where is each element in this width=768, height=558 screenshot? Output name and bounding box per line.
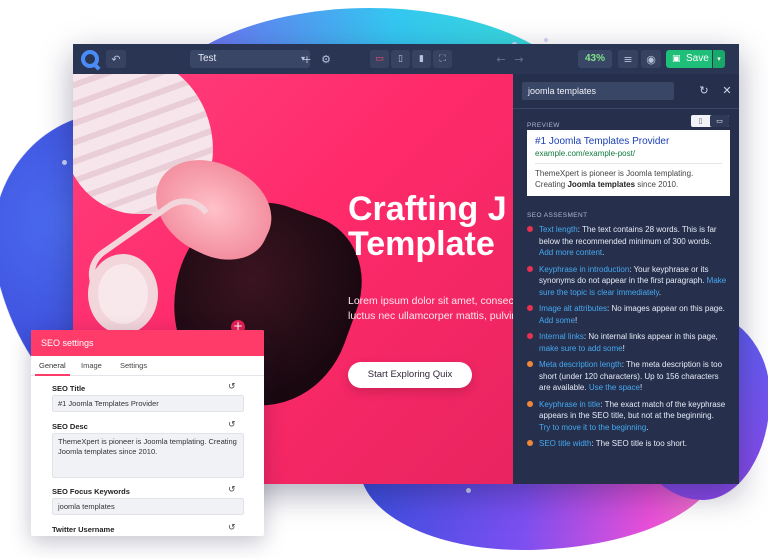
reset-icon[interactable]: ↺ [228, 382, 236, 392]
status-dot-icon [527, 400, 533, 407]
seo-desc-label: SEO Desc [52, 422, 88, 431]
assessment-fix-link[interactable]: Add some [539, 316, 575, 325]
preview-url: example.com/example-post/ [535, 148, 722, 164]
assessment-text: . [602, 248, 605, 257]
assessment-text: ! [575, 315, 578, 325]
zoom-level[interactable]: 43% [578, 50, 612, 68]
database-icon[interactable]: ≡ [618, 50, 638, 68]
fullscreen-icon[interactable]: ⛶ [433, 50, 452, 68]
tablet-icon[interactable]: ▯ [391, 50, 410, 68]
hero-text[interactable]: Lorem ipsum dolor sit amet, consect luct… [348, 294, 513, 324]
preview-desc-keyword: Joomla templates [567, 180, 636, 189]
assessment-text: : No internal links appear in this page, [583, 332, 718, 341]
preview-device-toggle: ▯ ▭ [691, 115, 729, 127]
seo-title-label: SEO Title [52, 384, 86, 393]
photo-headphone [88, 254, 158, 334]
status-dot-icon [527, 265, 533, 272]
seo-analysis-panel: joomla templates ↻ ✕ PREVIEW ▯ ▭ #1 Joom… [513, 74, 739, 484]
hero-title-line: Crafting J [348, 190, 507, 228]
assessment-title-link[interactable]: SEO title width [539, 439, 591, 448]
assessment-fix-link[interactable]: Try to move it to the beginning [539, 423, 646, 432]
settings-icon[interactable]: ⚙ [318, 50, 334, 68]
seo-settings-tabs: General Image Settings [31, 356, 264, 376]
tab-general[interactable]: General [35, 356, 70, 376]
decorative-dot [544, 38, 548, 42]
assessment-title-link[interactable]: Text length [539, 225, 578, 234]
reset-icon[interactable]: ↺ [228, 485, 236, 495]
assessment-title-link[interactable]: Meta description length [539, 360, 622, 369]
device-switcher: ▭ ▯ ▮ ⛶ [370, 50, 452, 68]
assessment-fix-link[interactable]: Add more content [539, 248, 602, 257]
assessment-item: Meta description length: The meta descri… [527, 359, 727, 394]
assessment-title-link[interactable]: Internal links [539, 332, 584, 341]
status-dot-icon [527, 226, 533, 232]
seo-settings-modal: SEO settings General Image Settings SEO … [31, 330, 264, 536]
seo-settings-title: SEO settings [31, 330, 264, 356]
decorative-dot [62, 160, 67, 165]
assessment-item: Keyphrase in introduction: Your keyphras… [527, 264, 727, 299]
divider [513, 108, 739, 109]
hero-text-line: luctus nec ullamcorper mattis, pulvin [348, 310, 513, 322]
assessment-text: ! [622, 343, 625, 353]
focus-keywords-label: SEO Focus Keywords [52, 487, 130, 496]
decorative-dot [466, 488, 471, 493]
tab-image[interactable]: Image [81, 356, 102, 376]
close-icon[interactable]: ✕ [719, 82, 735, 100]
desktop-icon[interactable]: ▭ [370, 50, 389, 68]
assessment-fix-link[interactable]: Use the space [589, 383, 640, 392]
assessment-text: : No images appear on this page. [607, 304, 725, 313]
preview-description: ThemeXpert is pioneer is Joomla templati… [535, 164, 722, 190]
mobile-icon[interactable]: ▯ [691, 115, 710, 127]
status-dot-icon [527, 440, 533, 446]
quix-logo-icon[interactable] [81, 50, 99, 68]
page-select[interactable]: Test [190, 50, 310, 68]
refresh-icon[interactable]: ↻ [696, 82, 712, 100]
assessment-list: Text length: The text contains 28 words.… [527, 224, 727, 455]
tab-settings[interactable]: Settings [120, 356, 147, 376]
preview-title: #1 Joomla Templates Provider [535, 136, 670, 147]
assessment-text: . [646, 422, 649, 432]
assessment-item: Image alt attributes: No images appear o… [527, 303, 727, 326]
reset-icon[interactable]: ↺ [228, 420, 236, 430]
chevron-down-icon[interactable]: ▾ [713, 50, 725, 68]
preview-label: PREVIEW [527, 122, 560, 129]
keyphrase-input[interactable]: joomla templates [522, 82, 674, 100]
preview-desc-text: since 2010. [635, 180, 679, 189]
back-icon[interactable]: ← [491, 50, 511, 68]
twitter-username-label: Twitter Username [52, 525, 115, 534]
editor-toolbar: ↶ Test ▾ + ⚙ ▭ ▯ ▮ ⛶ ← → 43% ≡ ◉ Save ▾ [73, 44, 739, 74]
status-dot-icon [527, 361, 533, 367]
save-button[interactable]: Save [666, 50, 712, 68]
forward-icon[interactable]: → [509, 50, 529, 68]
assessment-item: Internal links: No internal links appear… [527, 331, 727, 354]
desktop-icon[interactable]: ▭ [710, 115, 729, 127]
status-dot-icon [527, 305, 533, 311]
assessment-title-link[interactable]: Keyphrase in title [539, 400, 600, 409]
seo-title-input[interactable]: #1 Joomla Templates Provider [52, 395, 244, 412]
assessment-item: Text length: The text contains 28 words.… [527, 224, 727, 259]
screenshot-stage: ↶ Test ▾ + ⚙ ▭ ▯ ▮ ⛶ ← → 43% ≡ ◉ Save ▾ [0, 0, 768, 558]
assessment-text: : The SEO title is too short. [591, 439, 687, 448]
assessment-title-link[interactable]: Image alt attributes [539, 304, 607, 313]
start-exploring-button[interactable]: Start Exploring Quix [348, 362, 472, 388]
assessment-item: SEO title width: The SEO title is too sh… [527, 438, 727, 450]
assessment-text: ! [639, 383, 643, 392]
status-dot-icon [527, 333, 533, 339]
reset-icon[interactable]: ↺ [228, 523, 236, 533]
assessment-label: SEO ASSESMENT [527, 212, 588, 219]
assessment-fix-link[interactable]: make sure to add some [539, 344, 623, 353]
hero-title[interactable]: Crafting J Template [348, 192, 513, 262]
hero-title-line: Template [348, 225, 495, 263]
hero-text-line: Lorem ipsum dolor sit amet, consect [348, 295, 513, 307]
mobile-icon[interactable]: ▮ [412, 50, 431, 68]
assessment-text: . [658, 287, 662, 297]
focus-keywords-input[interactable]: joomla templates [52, 498, 244, 515]
assessment-title-link[interactable]: Keyphrase in introduction [539, 265, 629, 274]
add-icon[interactable]: + [299, 50, 315, 68]
undo-icon[interactable]: ↶ [106, 50, 126, 68]
eye-icon[interactable]: ◉ [641, 50, 661, 68]
assessment-item: Keyphrase in title: The exact match of t… [527, 399, 727, 434]
search-preview-card: #1 Joomla Templates Provider example.com… [527, 130, 730, 196]
seo-desc-textarea[interactable]: ThemeXpert is pioneer is Joomla templati… [52, 433, 244, 478]
